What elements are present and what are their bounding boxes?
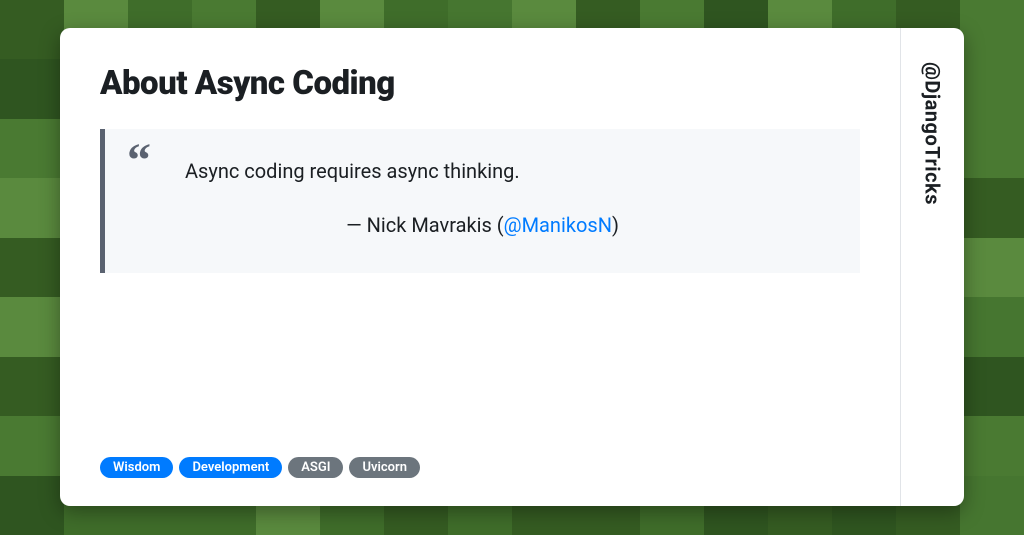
tag-asgi[interactable]: ASGI	[288, 457, 343, 478]
main-panel: About Async Coding “ Async coding requir…	[60, 28, 900, 506]
tag-wisdom[interactable]: Wisdom	[100, 457, 173, 478]
tag-uvicorn[interactable]: Uvicorn	[349, 457, 420, 478]
sidebar-handle[interactable]: @DjangoTricks	[921, 62, 945, 205]
quote-attribution: — Nick Mavrakis (@ManikosN)	[139, 213, 826, 237]
quote-mark-icon: “	[127, 137, 151, 185]
tag-development[interactable]: Development	[179, 457, 282, 478]
author-handle-link[interactable]: @ManikosN	[504, 213, 612, 237]
content-card: About Async Coding “ Async coding requir…	[60, 28, 964, 506]
author-prefix: — Nick Mavrakis (	[346, 213, 504, 237]
quote-text: Async coding requires async thinking.	[185, 157, 826, 185]
tag-list: Wisdom Development ASGI Uvicorn	[100, 457, 420, 478]
sidebar: @DjangoTricks	[900, 28, 964, 506]
page-title: About Async Coding	[100, 64, 860, 103]
quote-block: “ Async coding requires async thinking. …	[100, 129, 860, 273]
author-suffix: )	[612, 213, 619, 237]
